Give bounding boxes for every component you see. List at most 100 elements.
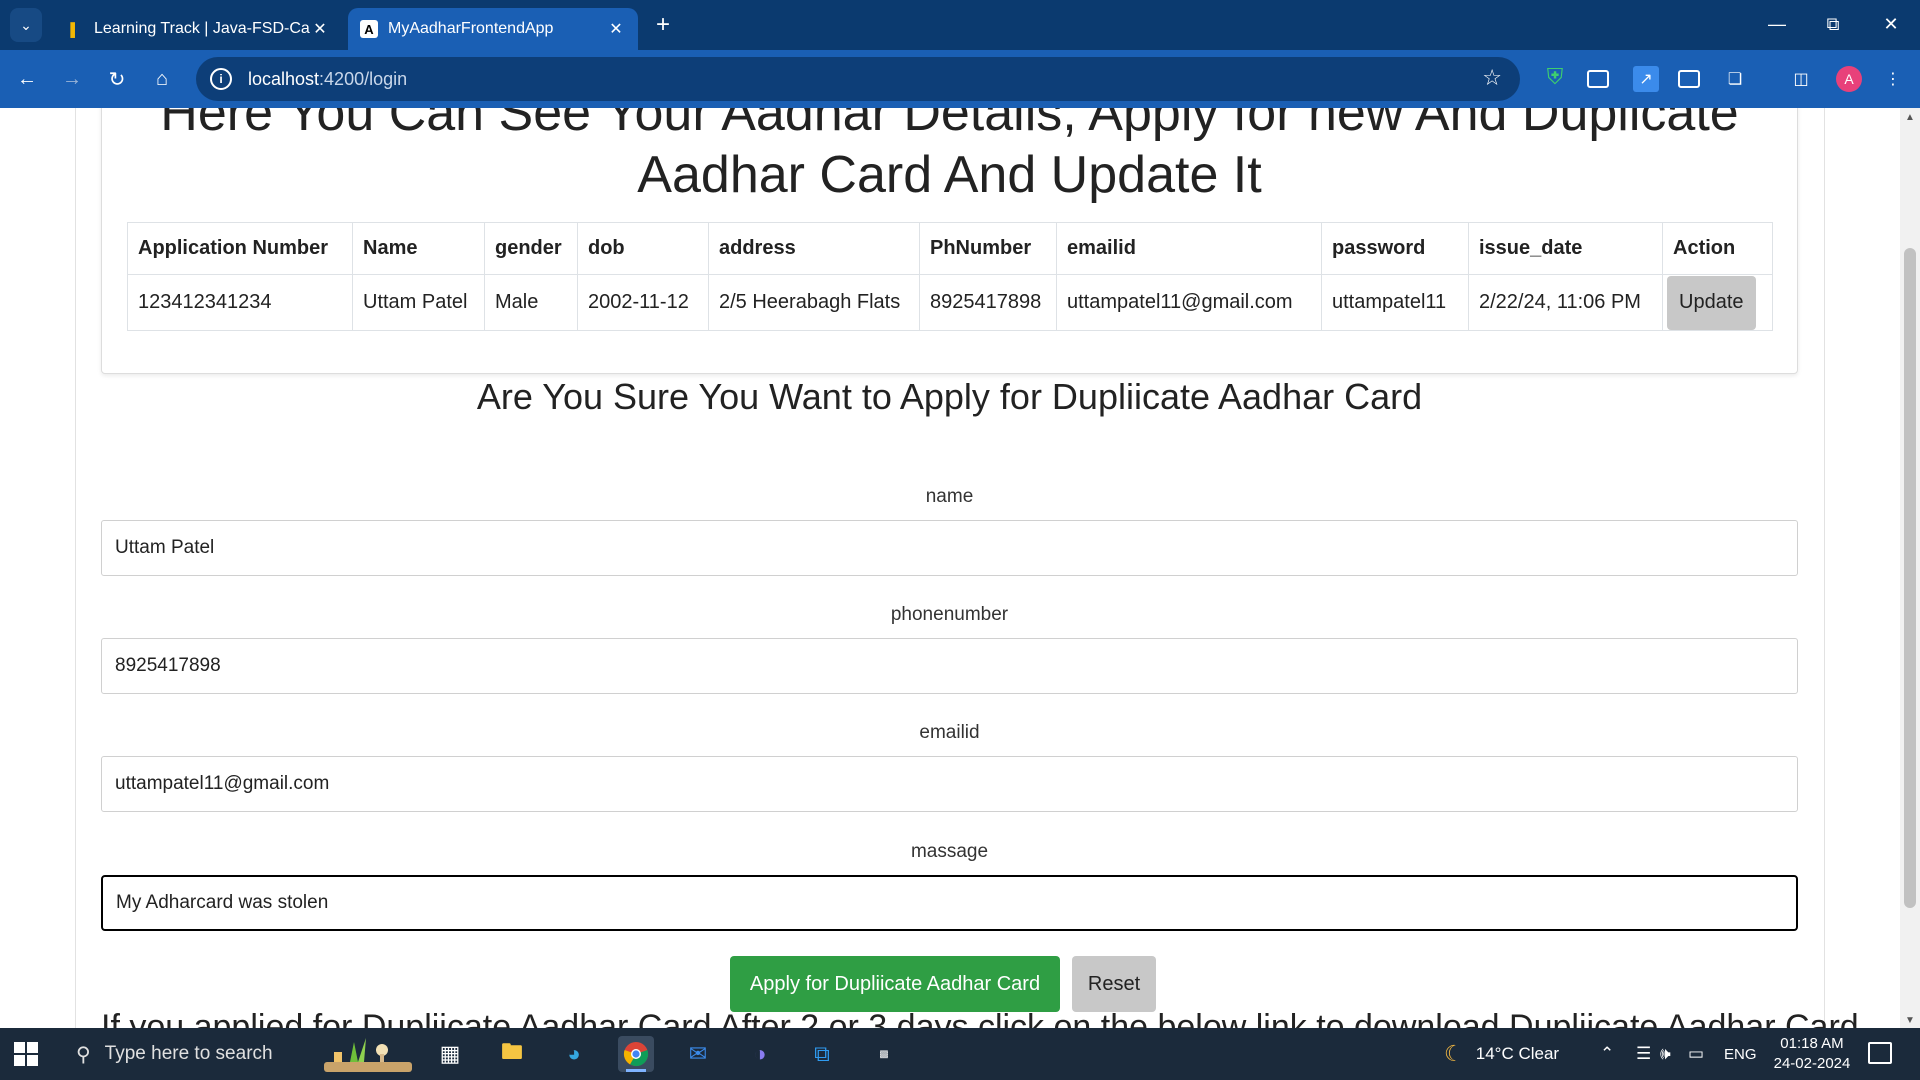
new-tab-button[interactable]: + [648,10,678,40]
bookmark-star-icon[interactable]: ☆ [1482,65,1502,91]
phone-label: phonenumber [890,604,1009,625]
weather-text: 14°C Clear [1475,1044,1560,1063]
system-clock[interactable]: 01:18 AM 24-02-2024 [1762,1034,1862,1074]
column-header: password [1321,222,1469,275]
column-header: PhNumber [919,222,1057,275]
column-header: dob [577,222,709,275]
search-highlight-art-icon [324,1038,412,1072]
file-explorer-icon[interactable]: 🖿 [494,1036,530,1072]
column-header: gender [484,222,578,275]
eclipse-icon[interactable]: ◑ [742,1036,778,1072]
windows-start-icon[interactable] [14,1042,38,1066]
vscode-icon[interactable]: ⧉ [804,1036,840,1072]
chrome-logo-icon [623,1042,649,1067]
active-app-indicator [626,1069,646,1072]
column-header: Application Number [127,222,353,275]
tab-search-button[interactable]: ⌄ [10,8,42,42]
application-number-cell: 123412341234 [127,274,353,331]
issue-date-cell: 2/22/24, 11:06 PM [1468,274,1663,331]
tab-title: Learning Track | Java-FSD-Capst [94,20,310,37]
shield-extension-icon[interactable]: ⛨ [1542,64,1568,90]
tab-myaadhar[interactable]: A MyAadharFrontendApp ✕ [348,8,638,50]
gender-cell: Male [484,274,578,331]
update-button[interactable]: Update [1667,275,1756,330]
forward-button[interactable]: → [55,62,89,96]
taskbar-search[interactable]: ⚲ Type here to search [62,1028,332,1080]
url-text: localhost:4200/login [248,68,408,89]
aadhar-details-table: Application Number Name gender dob addre… [127,222,1773,331]
clock-date: 24-02-2024 [1773,1055,1851,1072]
confirm-heading: Are You Sure You Want to Apply for Dupli… [476,376,1423,417]
window-close-button[interactable]: ✕ [1868,8,1914,40]
extensions-puzzle-icon[interactable]: ❏ [1722,66,1748,92]
more-menu-icon[interactable]: ⋮ [1880,66,1906,92]
message-label: massage [910,841,989,862]
address-bar[interactable]: i localhost:4200/login ☆ [196,57,1520,101]
minimize-button[interactable]: — [1754,8,1800,40]
mail-icon[interactable]: ✉ [680,1036,716,1072]
scroll-up-arrow-icon[interactable]: ▲ [1900,112,1920,123]
column-header: emailid [1056,222,1322,275]
reload-button[interactable]: ↻ [100,62,134,96]
windows-taskbar: ⚲ Type here to search ▦ 🖿 ◕ ✉ ◑ ⧉ ▩ ☾ 14… [0,1028,1920,1080]
tab-bar: ⌄ ▌ Learning Track | Java-FSD-Capst ✕ A … [0,0,1920,50]
close-icon[interactable]: ✕ [606,19,626,39]
bars-icon: ▌ [70,21,80,37]
email-cell: uttampatel11@gmail.com [1056,274,1322,331]
moon-icon: ☾ [1444,1041,1464,1066]
scrollbar-thumb[interactable] [1904,248,1916,908]
resize-extension-icon[interactable]: ↗ [1633,66,1659,92]
name-label: name [925,486,974,507]
clock-time: 01:18 AM [1780,1035,1844,1052]
scroll-down-arrow-icon[interactable]: ▼ [1900,1015,1920,1026]
apply-duplicate-button[interactable]: Apply for Dupliicate Aadhar Card [730,956,1060,1012]
phone-cell: 8925417898 [919,274,1057,331]
column-header: address [708,222,920,275]
wifi-icon[interactable]: ☰ [1636,1028,1651,1080]
notification-center-icon[interactable] [1868,1042,1892,1064]
action-cell: Update [1662,274,1773,331]
page-heading: Here You Can See Your Aadhar Details, Ap… [160,108,1739,204]
home-button[interactable]: ⌂ [145,62,179,96]
close-icon[interactable]: ✕ [310,19,330,39]
weather-widget[interactable]: ☾ 14°C Clear [1444,1028,1559,1080]
chrome-icon[interactable] [618,1036,654,1072]
angular-icon: A [360,20,378,38]
message-field[interactable]: My Adharcard was stolen [101,875,1798,931]
name-cell: Uttam Patel [352,274,485,331]
task-view-icon[interactable]: ▦ [432,1036,468,1072]
reset-button[interactable]: Reset [1072,956,1156,1012]
column-header: Action [1662,222,1773,275]
restore-button[interactable]: ⧉ [1810,8,1856,40]
search-icon: ⚲ [76,1043,91,1066]
side-panel-icon[interactable]: ◫ [1788,66,1814,92]
column-header: Name [352,222,485,275]
hidden-icons-chevron-icon[interactable]: ⌃ [1600,1028,1614,1080]
tab-learning-track[interactable]: ▌ Learning Track | Java-FSD-Capst ✕ [54,8,342,50]
password-cell: uttampatel11 [1321,274,1469,331]
page-viewport: Here You Can See Your Aadhar Details, Ap… [0,108,1900,1028]
info-icon[interactable]: i [210,68,232,90]
window-extension-icon[interactable] [1587,70,1609,88]
column-header: issue_date [1468,222,1663,275]
language-indicator[interactable]: ENG [1724,1028,1757,1080]
profile-avatar[interactable]: A [1836,66,1862,92]
back-button[interactable]: ← [10,62,44,96]
phone-field[interactable]: 8925417898 [101,638,1798,694]
edge-browser-icon[interactable]: ◕ [556,1036,592,1072]
address-cell: 2/5 Heerabagh Flats [708,274,920,331]
name-field[interactable]: Uttam Patel [101,520,1798,576]
email-field[interactable]: uttampatel11@gmail.com [101,756,1798,812]
dob-cell: 2002-11-12 [577,274,709,331]
tab-title: MyAadharFrontendApp [388,20,554,37]
download-instructions: If you applied for Dupliicate Aadhar Car… [101,1008,1859,1028]
table-header-row: Application Number Name gender dob addre… [127,222,1773,275]
browser-toolbar: ← → ↻ ⌂ i localhost:4200/login ☆ ⛨ ↗ ❏ ◫… [0,50,1920,108]
media-extension-icon[interactable] [1678,70,1700,88]
email-label: emailid [919,722,980,743]
mysql-terminal-icon[interactable]: ▩ [866,1036,902,1072]
page-scrollbar[interactable]: ▲ ▼ [1900,108,1920,1028]
table-row: 123412341234 Uttam Patel Male 2002-11-12… [127,274,1773,331]
battery-icon[interactable]: ▭ [1688,1028,1704,1080]
volume-icon[interactable]: 🕪 [1660,1028,1671,1080]
